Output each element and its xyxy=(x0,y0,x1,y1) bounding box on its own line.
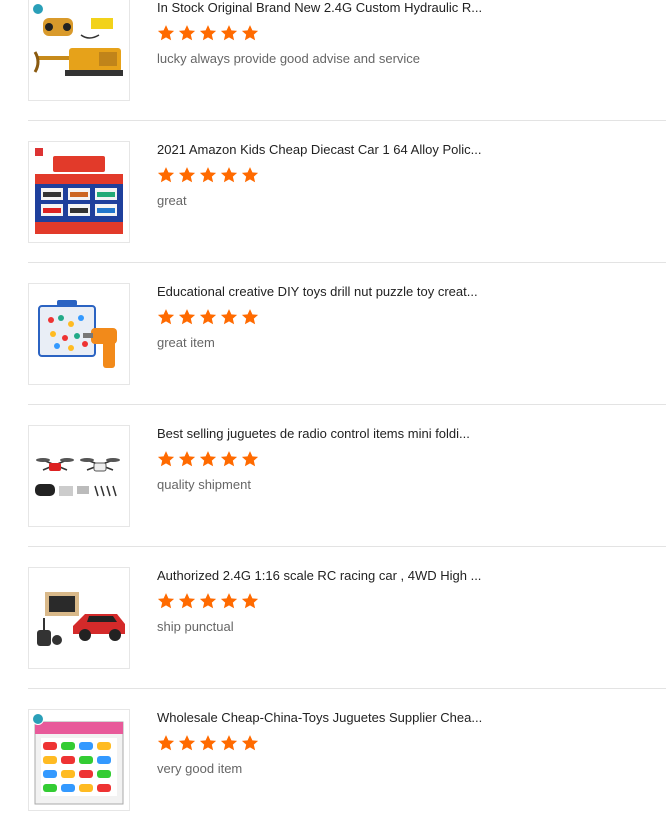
star-icon xyxy=(178,308,196,326)
star-icon xyxy=(178,166,196,184)
star-icon xyxy=(178,450,196,468)
star-icon xyxy=(241,450,259,468)
review-item: 2021 Amazon Kids Cheap Diecast Car 1 64 … xyxy=(28,121,666,263)
star-icon xyxy=(178,734,196,752)
star-icon xyxy=(220,308,238,326)
review-comment: very good item xyxy=(157,761,243,776)
star-icon xyxy=(241,166,259,184)
rc-racing-car-image xyxy=(37,592,125,646)
review-item: Best selling juguetes de radio control i… xyxy=(28,405,666,547)
star-rating xyxy=(157,308,517,326)
product-title[interactable]: 2021 Amazon Kids Cheap Diecast Car 1 64 … xyxy=(157,141,517,158)
star-icon xyxy=(199,24,217,42)
review-item: Educational creative DIY toys drill nut … xyxy=(28,263,666,405)
review-comment: ship punctual xyxy=(157,619,234,634)
star-rating xyxy=(157,592,517,610)
star-icon xyxy=(157,308,175,326)
review-comment: quality shipment xyxy=(157,477,251,492)
product-thumbnail[interactable] xyxy=(28,0,130,101)
star-icon xyxy=(157,592,175,610)
mini-drone-image xyxy=(35,458,120,497)
product-thumbnail[interactable] xyxy=(28,141,130,243)
product-title[interactable]: Wholesale Cheap-China-Toys Juguetes Supp… xyxy=(157,709,517,726)
review-item: Wholesale Cheap-China-Toys Juguetes Supp… xyxy=(28,689,666,831)
star-icon xyxy=(199,734,217,752)
review-comment: lucky always provide good advise and ser… xyxy=(157,51,421,66)
review-item: In Stock Original Brand New 2.4G Custom … xyxy=(28,0,666,121)
product-title[interactable]: In Stock Original Brand New 2.4G Custom … xyxy=(157,0,517,16)
star-icon xyxy=(241,592,259,610)
product-thumbnail[interactable] xyxy=(28,425,130,527)
review-comment: great item xyxy=(157,335,215,350)
star-icon xyxy=(220,734,238,752)
star-rating xyxy=(157,24,517,42)
product-thumbnail[interactable] xyxy=(28,709,130,811)
product-thumbnail[interactable] xyxy=(28,283,130,385)
diecast-car-box-image xyxy=(35,148,123,234)
star-icon xyxy=(199,308,217,326)
star-icon xyxy=(157,166,175,184)
rc-excavator-image xyxy=(33,18,123,76)
product-thumbnail[interactable] xyxy=(28,567,130,669)
review-comment: great xyxy=(157,193,187,208)
star-rating xyxy=(157,450,517,468)
star-icon xyxy=(178,592,196,610)
drill-puzzle-toy-image xyxy=(38,300,117,368)
star-icon xyxy=(157,24,175,42)
star-icon xyxy=(220,450,238,468)
star-icon xyxy=(199,166,217,184)
star-icon xyxy=(220,166,238,184)
star-icon xyxy=(241,734,259,752)
star-icon xyxy=(241,308,259,326)
product-title[interactable]: Educational creative DIY toys drill nut … xyxy=(157,283,517,300)
badge-icon xyxy=(32,713,44,725)
badge-icon xyxy=(32,3,44,15)
star-icon xyxy=(199,592,217,610)
star-icon xyxy=(220,24,238,42)
review-item: Authorized 2.4G 1:16 scale RC racing car… xyxy=(28,547,666,689)
star-icon xyxy=(157,450,175,468)
product-title[interactable]: Authorized 2.4G 1:16 scale RC racing car… xyxy=(157,567,517,584)
toy-cars-set-image xyxy=(34,721,124,805)
star-rating xyxy=(157,166,517,184)
star-icon xyxy=(199,450,217,468)
star-rating xyxy=(157,734,517,752)
star-icon xyxy=(241,24,259,42)
product-title[interactable]: Best selling juguetes de radio control i… xyxy=(157,425,517,442)
star-icon xyxy=(220,592,238,610)
review-list: In Stock Original Brand New 2.4G Custom … xyxy=(0,0,666,831)
star-icon xyxy=(178,24,196,42)
star-icon xyxy=(157,734,175,752)
